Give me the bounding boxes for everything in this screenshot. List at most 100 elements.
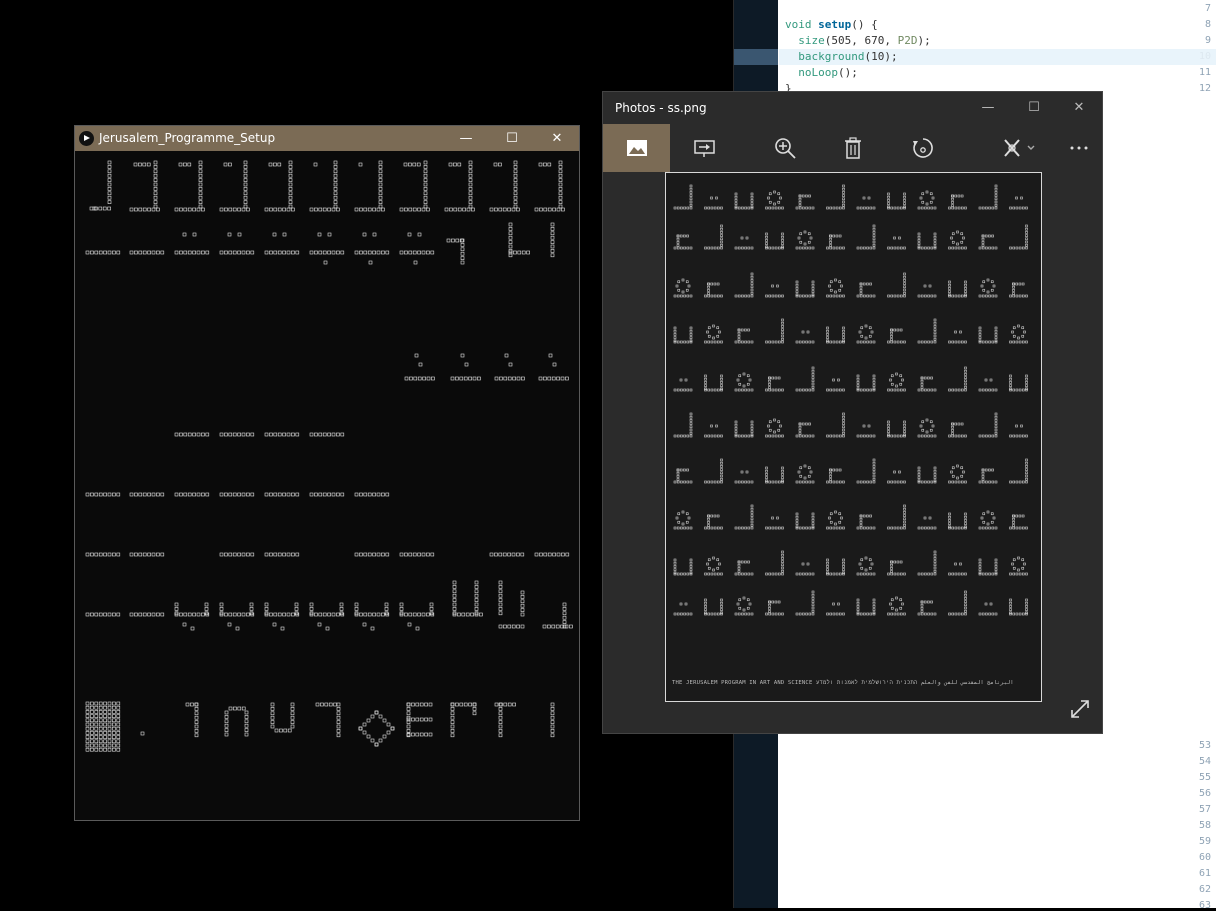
code-line-9[interactable]: size(505, 670, P2D); — [785, 34, 930, 47]
line-number: 61 — [1198, 868, 1211, 879]
glyph — [917, 284, 937, 298]
glyph — [704, 598, 723, 616]
glyph — [129, 160, 160, 212]
zoom-button[interactable] — [761, 124, 809, 172]
glyph — [765, 600, 784, 616]
glyph — [704, 424, 723, 438]
close-button[interactable]: ✕ — [534, 126, 580, 151]
photos-window[interactable]: Photos - ss.png — ☐ ✕ THE JERUSALEM PROG… — [602, 91, 1103, 734]
glyph — [795, 194, 815, 210]
glyph — [978, 234, 998, 250]
code-line-8[interactable]: void setup() { — [785, 18, 878, 31]
glyph — [673, 602, 693, 616]
glyph — [826, 278, 845, 298]
glyph — [795, 590, 815, 616]
glyph — [1009, 424, 1028, 438]
glyph — [1009, 282, 1028, 298]
glyph — [917, 600, 937, 616]
glyph — [1009, 514, 1028, 530]
maximize-button[interactable]: ☐ — [489, 126, 535, 151]
line-number: 56 — [1198, 788, 1211, 799]
glyph — [856, 598, 876, 616]
glyph — [856, 224, 876, 250]
current-line-gutter-highlight — [734, 49, 778, 65]
glyph — [856, 556, 876, 576]
glyph — [704, 324, 723, 344]
more-button[interactable] — [1055, 124, 1103, 172]
glyph — [704, 224, 723, 250]
glyph — [887, 236, 906, 250]
glyph — [978, 468, 998, 484]
slideshow-button[interactable] — [681, 124, 729, 172]
glyph — [917, 516, 937, 530]
line-number: 62 — [1198, 884, 1211, 895]
glyph — [444, 160, 475, 212]
glyph — [826, 602, 845, 616]
sketch-titlebar[interactable]: Jerusalem_Programme_Setup — ☐ ✕ — [75, 126, 579, 151]
glyph — [734, 596, 754, 616]
glyph — [917, 466, 937, 484]
glyph — [826, 234, 845, 250]
glyph — [704, 458, 723, 484]
slideshow-icon — [694, 140, 715, 157]
glyph — [826, 468, 845, 484]
glyph — [704, 556, 723, 576]
edit-create-button[interactable] — [991, 124, 1051, 172]
glyph — [948, 280, 967, 298]
photos-toolbar — [603, 124, 1102, 172]
delete-button[interactable] — [829, 124, 877, 172]
glyph — [765, 516, 784, 530]
glyph — [765, 318, 784, 344]
glyph — [1009, 556, 1028, 576]
line-number: 60 — [1198, 852, 1211, 863]
glyph — [219, 232, 255, 255]
photos-window-title: Photos - ss.png — [615, 101, 707, 115]
code-line-10[interactable]: background(10); — [785, 50, 897, 63]
sketch-canvas[interactable] — [75, 151, 579, 821]
glyph — [1009, 224, 1028, 250]
glyph — [948, 422, 967, 438]
glyph — [174, 160, 205, 212]
glyph — [826, 412, 845, 438]
glyph — [765, 550, 784, 576]
image-view-icon — [626, 140, 647, 156]
minimize-button[interactable]: — — [965, 92, 1011, 124]
more-icon — [1070, 146, 1088, 150]
glyph — [795, 464, 815, 484]
line-number: 53 — [1198, 740, 1211, 751]
glyph — [917, 232, 937, 250]
code-line-11[interactable]: noLoop(); — [785, 66, 858, 79]
glyph — [174, 232, 210, 255]
glyph — [534, 160, 565, 212]
glyph — [948, 366, 967, 392]
glyph — [704, 374, 723, 392]
close-button[interactable]: ✕ — [1056, 92, 1102, 124]
glyph — [354, 160, 385, 212]
glyph — [399, 232, 435, 265]
glyph — [704, 514, 723, 530]
line-number: 55 — [1198, 772, 1211, 783]
glyph — [765, 418, 784, 438]
glyph — [856, 282, 876, 298]
glyph — [734, 420, 754, 438]
glyph — [399, 160, 430, 212]
glyph — [795, 366, 815, 392]
line-number: 63 — [1198, 900, 1211, 911]
photos-titlebar[interactable]: Photos - ss.png — ☐ ✕ — [603, 92, 1102, 124]
glyph — [704, 196, 723, 210]
glyph — [795, 422, 815, 438]
glyph — [856, 458, 876, 484]
expand-icon[interactable] — [1069, 698, 1091, 720]
maximize-button[interactable]: ☐ — [1011, 92, 1057, 124]
glyph — [917, 376, 937, 392]
glyph — [856, 324, 876, 344]
glyph — [826, 510, 845, 530]
sketch-window[interactable]: Jerusalem_Programme_Setup — ☐ ✕ — [74, 125, 580, 821]
glyph — [765, 466, 784, 484]
photo-image[interactable]: THE JERUSALEM PROGRAM IN ART AND SCIENCE… — [665, 172, 1042, 702]
photo-caption: THE JERUSALEM PROGRAM IN ART AND SCIENCE… — [672, 680, 1014, 686]
image-view-button[interactable] — [603, 124, 670, 172]
glyph — [887, 504, 906, 530]
rotate-button[interactable] — [899, 124, 947, 172]
minimize-button[interactable]: — — [443, 126, 489, 151]
